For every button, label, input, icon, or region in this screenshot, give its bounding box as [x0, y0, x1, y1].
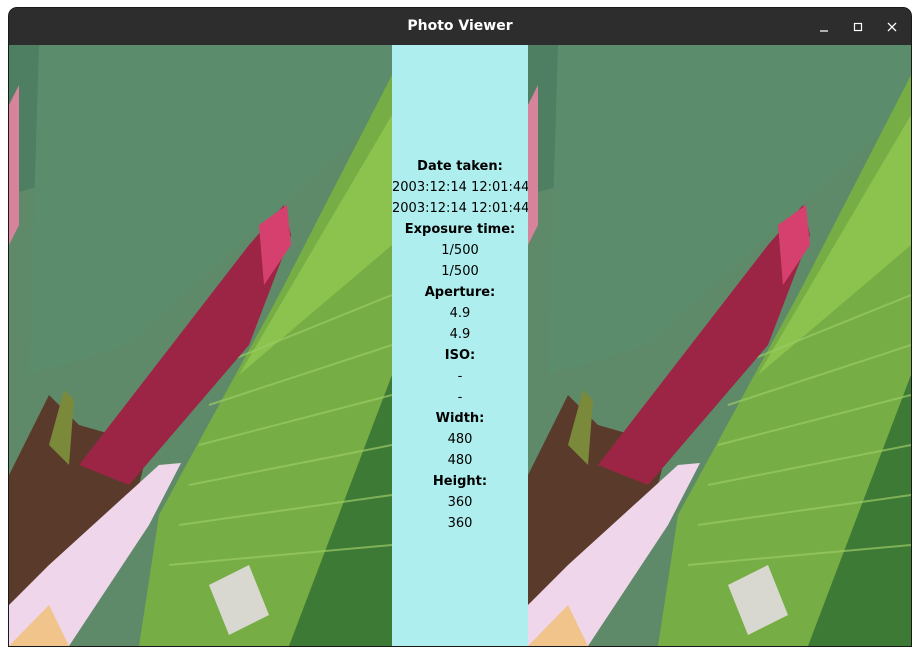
- date-taken-label: Date taken:: [417, 159, 503, 174]
- width-label: Width:: [435, 411, 485, 426]
- date-taken-value: 2003:12:14 12:01:44: [392, 180, 530, 195]
- exposure-time-value: 1/500: [441, 264, 479, 279]
- width-value: 480: [447, 453, 473, 468]
- height-value: 360: [447, 495, 473, 510]
- height-value: 360: [447, 516, 473, 531]
- iso-label: ISO:: [444, 348, 476, 363]
- aperture-value: 4.9: [449, 327, 471, 342]
- photo-image: [9, 45, 392, 646]
- iso-value: -: [457, 369, 463, 384]
- photo-viewer-window: Photo Viewer Date taken: 2003:12:14 12:0…: [9, 8, 911, 646]
- minimize-icon: [820, 30, 828, 32]
- exif-info-panel: Date taken: 2003:12:14 12:01:44 2003:12:…: [392, 45, 530, 646]
- width-value: 480: [447, 432, 473, 447]
- close-icon: [887, 22, 897, 32]
- window-title: Photo Viewer: [407, 18, 513, 34]
- title-bar[interactable]: Photo Viewer: [9, 8, 911, 45]
- aperture-value: 4.9: [449, 306, 471, 321]
- maximize-button[interactable]: [848, 17, 868, 37]
- photo-left[interactable]: [9, 45, 392, 646]
- close-button[interactable]: [882, 17, 902, 37]
- viewer-content: Date taken: 2003:12:14 12:01:44 2003:12:…: [9, 45, 911, 646]
- photo-right[interactable]: [528, 45, 911, 646]
- minimize-button[interactable]: [814, 17, 834, 37]
- aperture-label: Aperture:: [424, 285, 496, 300]
- height-label: Height:: [432, 474, 488, 489]
- date-taken-value: 2003:12:14 12:01:44: [392, 201, 530, 216]
- iso-value: -: [457, 390, 463, 405]
- maximize-icon: [853, 22, 863, 32]
- exposure-time-label: Exposure time:: [404, 222, 516, 237]
- photo-image: [528, 45, 911, 646]
- exposure-time-value: 1/500: [441, 243, 479, 258]
